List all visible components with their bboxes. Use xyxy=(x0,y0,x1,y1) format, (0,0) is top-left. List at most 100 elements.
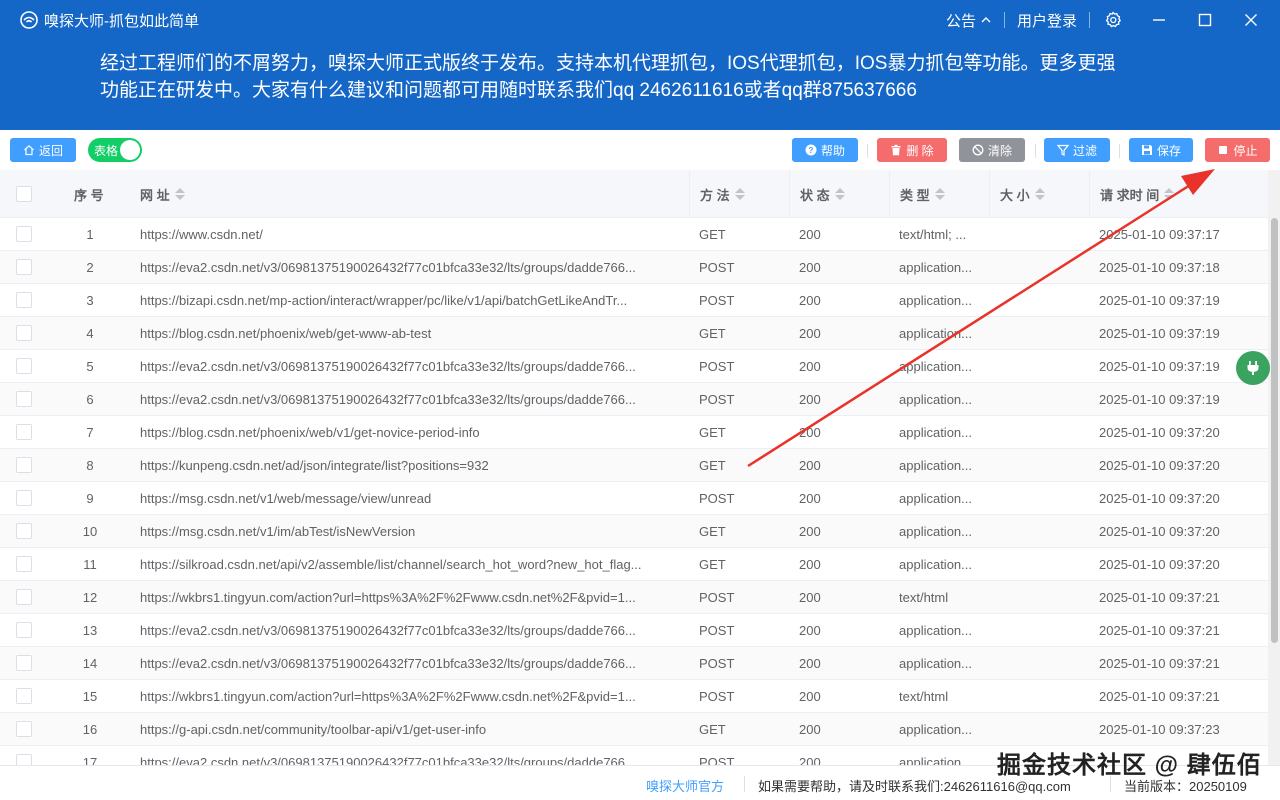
header-type[interactable]: 类 型 xyxy=(889,170,945,218)
save-button[interactable]: 保存 xyxy=(1129,138,1193,162)
question-icon: ? xyxy=(805,144,817,156)
sort-icon[interactable] xyxy=(1034,188,1045,200)
delete-button[interactable]: 删 除 xyxy=(877,138,947,162)
row-checkbox[interactable] xyxy=(16,655,32,671)
header-url[interactable]: 网 址 xyxy=(130,170,185,218)
proxy-connect-button[interactable] xyxy=(1236,351,1270,385)
table-row[interactable]: 1 https://www.csdn.net/GET 200 text/html; .… xyxy=(0,218,1268,251)
minimize-button[interactable] xyxy=(1136,0,1182,40)
row-method: POST xyxy=(699,490,735,506)
row-status: 200 xyxy=(799,556,821,572)
row-checkbox[interactable] xyxy=(16,325,32,341)
back-button[interactable]: 返回 xyxy=(10,138,76,162)
row-checkbox[interactable] xyxy=(16,292,32,308)
row-select-cell xyxy=(16,218,32,250)
row-method: POST xyxy=(699,688,735,704)
table-row[interactable]: 5 https://eva2.csdn.net/v3/06981375190026… xyxy=(0,350,1268,383)
row-checkbox[interactable] xyxy=(16,688,32,704)
row-checkbox[interactable] xyxy=(16,391,32,407)
row-type: text/html xyxy=(899,688,949,704)
row-number: 5 xyxy=(86,358,94,374)
row-time: 2025-01-10 09:37:20 xyxy=(1099,523,1220,539)
row-checkbox[interactable] xyxy=(16,457,32,473)
header-method[interactable]: 方 法 xyxy=(689,170,745,218)
notice-button[interactable]: 公告 xyxy=(934,10,1004,31)
filter-button[interactable]: 过滤 xyxy=(1044,138,1110,162)
maximize-button[interactable] xyxy=(1182,0,1228,40)
table-row[interactable]: 9 https://msg.csdn.net/v1/web/message/vie… xyxy=(0,482,1268,515)
official-link[interactable]: 嗅探大师官方 xyxy=(646,776,724,795)
row-checkbox[interactable] xyxy=(16,358,32,374)
row-checkbox[interactable] xyxy=(16,622,32,638)
header-time[interactable]: 请 求时 间 xyxy=(1089,170,1175,218)
table-row[interactable]: 4 https://blog.csdn.net/phoenix/web/get-w… xyxy=(0,317,1268,350)
table-row[interactable]: 14 https://eva2.csdn.net/v3/0698137519002… xyxy=(0,647,1268,680)
header-no-label: 序 号 xyxy=(74,187,104,203)
table-row[interactable]: 7 https://blog.csdn.net/phoenix/web/v1/ge… xyxy=(0,416,1268,449)
divider xyxy=(867,144,868,158)
app-title: 嗅探大师-抓包如此简单 xyxy=(44,12,199,30)
table-row[interactable]: 15 https://wkbrs1.tingyun.com/action?url=… xyxy=(0,680,1268,713)
row-method: POST xyxy=(699,292,735,308)
select-all-checkbox[interactable] xyxy=(16,186,32,202)
table-row[interactable]: 3 https://bizapi.csdn.net/mp-action/inter… xyxy=(0,284,1268,317)
row-url: https://bizapi.csdn.net/mp-action/intera… xyxy=(140,292,628,308)
gear-icon xyxy=(1105,11,1122,28)
sort-icon[interactable] xyxy=(174,188,185,200)
stop-button[interactable]: 停止 xyxy=(1205,138,1270,162)
row-method: POST xyxy=(699,391,735,407)
chevron-up-icon xyxy=(981,17,991,23)
scrollbar-thumb[interactable] xyxy=(1271,218,1278,643)
row-method: GET xyxy=(699,424,726,440)
row-checkbox[interactable] xyxy=(16,490,32,506)
row-type: application... xyxy=(899,655,972,671)
sort-icon[interactable] xyxy=(1164,188,1175,200)
divider xyxy=(1035,144,1036,158)
table-row[interactable]: 11 https://silkroad.csdn.net/api/v2/assem… xyxy=(0,548,1268,581)
table-row[interactable]: 6 https://eva2.csdn.net/v3/06981375190026… xyxy=(0,383,1268,416)
settings-button[interactable] xyxy=(1090,0,1136,40)
plug-icon xyxy=(1247,361,1259,375)
vertical-scrollbar[interactable] xyxy=(1268,170,1280,765)
sort-icon[interactable] xyxy=(934,188,945,200)
row-checkbox[interactable] xyxy=(16,754,32,765)
row-checkbox[interactable] xyxy=(16,424,32,440)
row-checkbox[interactable] xyxy=(16,589,32,605)
row-select-cell xyxy=(16,614,32,646)
table-toggle-label: 表格 xyxy=(94,143,119,158)
table-row[interactable]: 10 https://msg.csdn.net/v1/im/abTest/isNe… xyxy=(0,515,1268,548)
row-checkbox[interactable] xyxy=(16,226,32,242)
row-checkbox[interactable] xyxy=(16,523,32,539)
row-checkbox[interactable] xyxy=(16,721,32,737)
header-size[interactable]: 大 小 xyxy=(989,170,1045,218)
row-select-cell xyxy=(16,284,32,316)
row-status: 200 xyxy=(799,226,821,242)
row-url: https://blog.csdn.net/phoenix/web/get-ww… xyxy=(140,325,432,341)
row-select-cell xyxy=(16,482,32,514)
row-time: 2025-01-10 09:37:20 xyxy=(1099,556,1220,572)
row-time: 2025-01-10 09:37:21 xyxy=(1099,655,1220,671)
table-row[interactable]: 2 https://eva2.csdn.net/v3/06981375190026… xyxy=(0,251,1268,284)
table-view-toggle[interactable]: 表格 xyxy=(88,138,142,162)
sort-icon[interactable] xyxy=(834,188,845,200)
row-time: 2025-01-10 09:37:21 xyxy=(1099,688,1220,704)
row-number: 10 xyxy=(82,523,98,539)
help-button[interactable]: ? 帮助 xyxy=(792,138,858,162)
table-row[interactable]: 13 https://eva2.csdn.net/v3/0698137519002… xyxy=(0,614,1268,647)
row-type: application... xyxy=(899,490,972,506)
row-time: 2025-01-10 09:37:19 xyxy=(1099,358,1220,374)
table-row[interactable]: 16 https://g-api.csdn.net/community/toolb… xyxy=(0,713,1268,746)
row-checkbox[interactable] xyxy=(16,556,32,572)
sort-icon[interactable] xyxy=(734,188,745,200)
clear-button[interactable]: 清除 xyxy=(959,138,1025,162)
save-label: 保存 xyxy=(1156,143,1181,158)
close-button[interactable] xyxy=(1228,0,1274,40)
row-type: application... xyxy=(899,358,972,374)
row-checkbox[interactable] xyxy=(16,259,32,275)
login-button[interactable]: 用户登录 xyxy=(1005,10,1089,31)
header-status[interactable]: 状 态 xyxy=(789,170,845,218)
table-row[interactable]: 12 https://wkbrs1.tingyun.com/action?url=… xyxy=(0,581,1268,614)
row-type: text/html; ... xyxy=(899,226,967,242)
table-row[interactable]: 8 https://kunpeng.csdn.net/ad/json/integr… xyxy=(0,449,1268,482)
announcement-line-2: 功能正在研发中。大家有什么建议和问题都可用随时联系我们qq 2462611616… xyxy=(100,80,917,101)
